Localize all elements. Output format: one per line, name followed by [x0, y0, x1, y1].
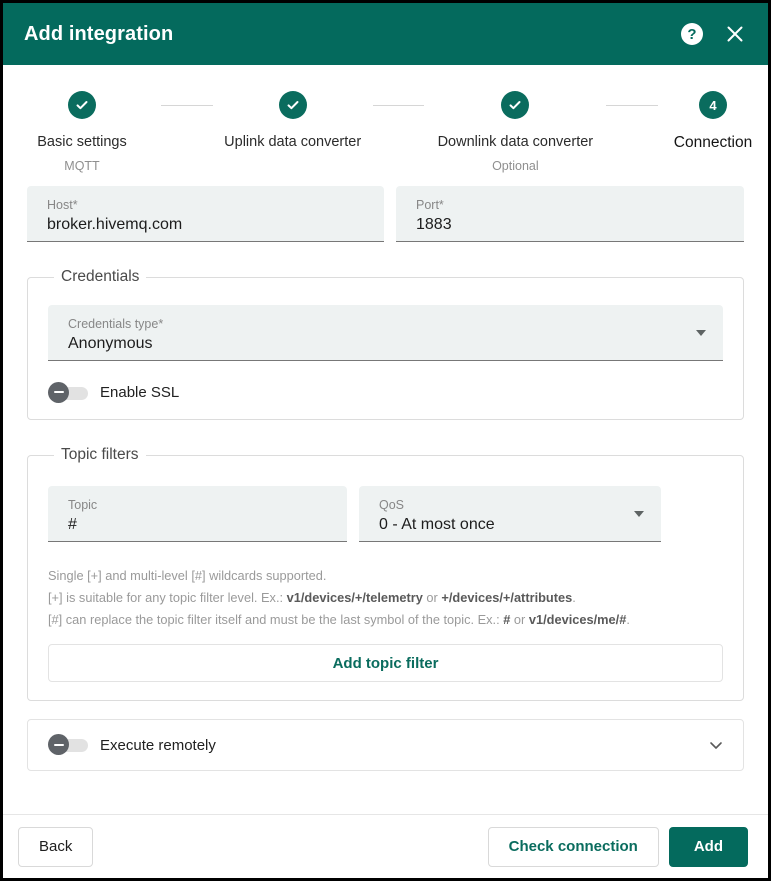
stepper-step-uplink-data-converter[interactable]: Uplink data converter [213, 91, 373, 159]
add-integration-dialog: Add integration ? Basic settings MQTT Up… [3, 3, 768, 878]
credentials-type-value: Anonymous [68, 335, 153, 352]
dialog-body: Host* broker.hivemq.com Port* 1883 Crede… [3, 173, 768, 814]
hint-text: . [572, 590, 576, 605]
port-field-value: 1883 [416, 216, 452, 233]
topic-filters-legend: Topic filters [61, 446, 139, 463]
execute-remotely-panel[interactable]: Execute remotely [27, 719, 744, 771]
topic-field[interactable]: Topic # [48, 486, 347, 542]
back-button[interactable]: Back [18, 826, 94, 867]
toggle-thumb-minus-icon [48, 734, 69, 755]
host-port-row: Host* broker.hivemq.com Port* 1883 [27, 186, 744, 242]
stepper-sublabel-downlink-data-converter: Optional [492, 159, 539, 173]
credentials-type-label: Credentials type* [68, 317, 164, 331]
add-button[interactable]: Add [668, 826, 748, 867]
stepper-connector-2 [372, 105, 425, 106]
stepper-step-connection[interactable]: 4 Connection [658, 91, 768, 161]
execute-remotely-toggle[interactable] [48, 734, 88, 755]
port-field-label: Port* [416, 198, 444, 212]
host-field-label: Host* [47, 198, 78, 212]
credentials-group: Credentials Credentials type* Anonymous … [27, 268, 744, 420]
topic-field-label: Topic [68, 498, 98, 512]
hint-text: or [422, 590, 442, 605]
hint-text: . [626, 612, 630, 627]
topic-filter-hint: [+] is suitable for any topic filter lev… [48, 587, 723, 609]
stepper-label-downlink-data-converter: Downlink data converter [437, 134, 594, 150]
dialog-title: Add integration [24, 22, 174, 45]
topic-filters-group: Topic filters Topic # QoS 0 - At most on… [27, 446, 744, 701]
stepper-sublabel-basic-settings: MQTT [64, 159, 100, 173]
topic-filter-hint: [#] can replace the topic filter itself … [48, 609, 723, 631]
qos-select[interactable]: QoS 0 - At most once [359, 486, 661, 542]
port-field[interactable]: Port* 1883 [396, 186, 744, 242]
hint-code: v1/devices/+/telemetry [286, 590, 423, 605]
stepper-label-uplink-data-converter: Uplink data converter [224, 134, 362, 150]
stepper-step-basic-settings[interactable]: Basic settings MQTT [3, 91, 161, 173]
stepper-connector-3 [606, 105, 659, 106]
check-icon [68, 91, 96, 119]
hint-code: v1/devices/me/# [528, 612, 627, 627]
host-field[interactable]: Host* broker.hivemq.com [27, 186, 384, 242]
topic-qos-row: Topic # QoS 0 - At most once [48, 486, 723, 542]
help-circle-icon[interactable]: ? [681, 23, 703, 45]
execute-remotely-row[interactable]: Execute remotely [48, 734, 707, 755]
toggle-thumb-minus-icon [48, 381, 69, 403]
topic-field-value: # [68, 516, 77, 533]
hint-text: or [510, 612, 529, 627]
qos-field-label: QoS [379, 498, 405, 512]
hint-text: [+] is suitable for any topic filter lev… [48, 590, 287, 605]
topic-filter-hint: Single [+] and multi-level [#] wildcards… [48, 565, 723, 587]
check-icon [278, 91, 307, 119]
hint-text: [#] can replace the topic filter itself … [48, 612, 504, 627]
enable-ssl-toggle[interactable] [48, 381, 88, 403]
check-icon [501, 91, 530, 119]
chevron-down-icon [634, 510, 644, 517]
wizard-stepper: Basic settings MQTT Uplink data converte… [3, 65, 768, 173]
host-field-value: broker.hivemq.com [47, 216, 183, 233]
dialog-footer: Back Check connection Add [3, 814, 768, 878]
enable-ssl-row[interactable]: Enable SSL [48, 381, 723, 403]
check-connection-button[interactable]: Check connection [487, 826, 659, 867]
stepper-label-connection: Connection [673, 134, 753, 151]
chevron-down-icon [696, 329, 706, 336]
header-actions: ? [681, 23, 746, 45]
close-icon[interactable] [724, 23, 746, 45]
chevron-down-icon[interactable] [707, 736, 725, 754]
dialog-header: Add integration ? [3, 3, 768, 65]
credentials-legend: Credentials [61, 268, 140, 285]
credentials-type-select[interactable]: Credentials type* Anonymous [48, 305, 723, 361]
stepper-row: Basic settings MQTT Uplink data converte… [3, 91, 768, 173]
stepper-step-downlink-data-converter[interactable]: Downlink data converter Optional [424, 91, 606, 173]
hint-code: +/devices/+/attributes [441, 590, 573, 605]
add-topic-filter-button[interactable]: Add topic filter [48, 644, 723, 682]
enable-ssl-label: Enable SSL [100, 384, 180, 401]
stepper-number-4: 4 [699, 91, 728, 119]
stepper-label-basic-settings: Basic settings [37, 134, 127, 150]
hint-text: Single [+] and multi-level [#] wildcards… [48, 568, 327, 583]
stepper-connector-1 [161, 105, 213, 106]
qos-field-value: 0 - At most once [379, 516, 495, 533]
topic-filter-hints: Single [+] and multi-level [#] wildcards… [48, 565, 723, 631]
execute-remotely-label: Execute remotely [100, 736, 216, 754]
